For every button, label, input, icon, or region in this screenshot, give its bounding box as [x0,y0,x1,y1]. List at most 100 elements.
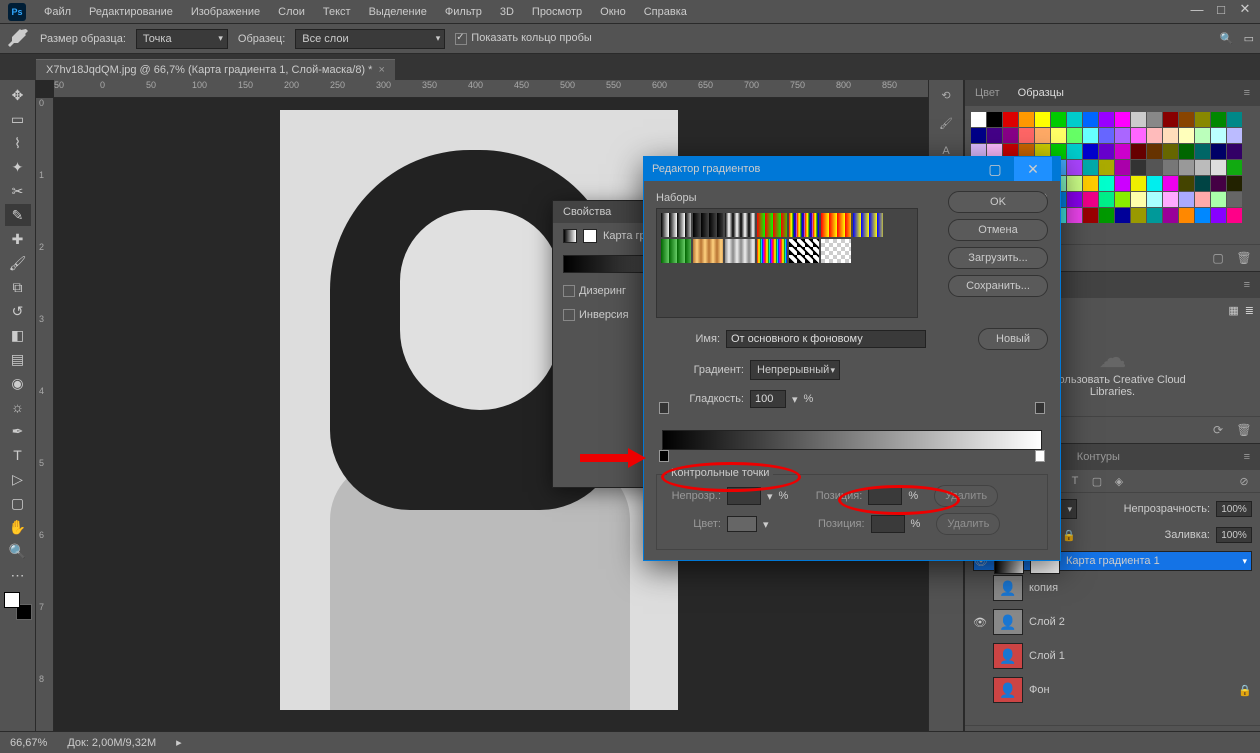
swatch[interactable] [1227,176,1242,191]
swatch[interactable] [1163,112,1178,127]
show-ring-checkbox[interactable]: Показать кольцо пробы [455,32,592,44]
swatch[interactable] [1003,128,1018,143]
visibility-icon[interactable]: 👁 [973,616,987,629]
swatch[interactable] [1099,176,1114,191]
dialog-titlebar[interactable]: Редактор градиентов ▢ ✕ [644,157,1060,181]
cancel-button[interactable]: Отмена [948,219,1048,241]
swatch[interactable] [1131,208,1146,223]
menu-view[interactable]: Просмотр [532,6,582,18]
swatch[interactable] [1131,144,1146,159]
move-tool[interactable]: ✥ [5,84,31,106]
menu-file[interactable]: Файл [44,6,71,18]
gradient-bar[interactable] [662,430,1042,450]
panel-menu-icon[interactable]: ≡ [1242,447,1252,467]
layer-1[interactable]: 👤 Слой 1 [973,639,1252,673]
gradient-preset[interactable] [725,239,755,263]
menu-layer[interactable]: Слои [278,6,305,18]
swatch[interactable] [1179,160,1194,175]
menu-filter[interactable]: Фильтр [445,6,482,18]
new-swatch-icon[interactable]: ▢ [1208,249,1228,267]
filter-smart-icon[interactable]: ◈ [1109,473,1129,489]
swatch[interactable] [1147,144,1162,159]
swatch[interactable] [1147,112,1162,127]
swatch[interactable] [1083,192,1098,207]
tab-close-icon[interactable]: × [378,64,384,76]
color-tab[interactable]: Цвет [973,83,1002,103]
swatch[interactable] [1211,176,1226,191]
swatch[interactable] [1131,112,1146,127]
swatch[interactable] [1163,144,1178,159]
swatch[interactable] [1179,112,1194,127]
swatch[interactable] [1099,160,1114,175]
maximize-icon[interactable]: □ [1212,2,1230,16]
invert-checkbox[interactable]: Инверсия [563,309,629,321]
workspace-icon[interactable]: ▭ [1244,32,1254,45]
gradient-preset[interactable] [725,213,755,237]
name-input[interactable] [726,330,926,348]
gradient-preset[interactable] [757,213,787,237]
swatch[interactable] [1147,160,1162,175]
swatch[interactable] [1083,128,1098,143]
fill-input[interactable] [1216,527,1252,543]
swatch[interactable] [1195,176,1210,191]
swatch[interactable] [1163,208,1178,223]
menu-window[interactable]: Окно [600,6,626,18]
swatch[interactable] [1115,176,1130,191]
edit-toolbar[interactable]: ⋯ [5,564,31,586]
filter-shape-icon[interactable]: ▢ [1087,473,1107,489]
swatch[interactable] [1131,128,1146,143]
swatch[interactable] [1179,192,1194,207]
swatch[interactable] [971,112,986,127]
swatch[interactable] [1051,128,1066,143]
swatch[interactable] [1179,128,1194,143]
swatch[interactable] [1099,112,1114,127]
swatch[interactable] [1115,208,1130,223]
sample-layers-select[interactable]: Все слои [295,29,445,49]
swatch[interactable] [1115,112,1130,127]
shape-tool[interactable]: ▢ [5,492,31,514]
load-button[interactable]: Загрузить... [948,247,1048,269]
menu-image[interactable]: Изображение [191,6,260,18]
gradient-preset[interactable] [853,213,883,237]
dialog-close-icon[interactable]: ✕ [1014,157,1052,181]
swatch[interactable] [1163,160,1178,175]
sample-size-select[interactable]: Точка [136,29,228,49]
gradient-preset[interactable] [693,239,723,263]
swatch[interactable] [1035,112,1050,127]
layer-2[interactable]: 👁 👤 Слой 2 [973,605,1252,639]
swatch[interactable] [1019,112,1034,127]
swatch[interactable] [1195,128,1210,143]
swatch[interactable] [1083,160,1098,175]
swatch[interactable] [1115,160,1130,175]
swatch[interactable] [1195,112,1210,127]
swatch[interactable] [1195,192,1210,207]
gradient-preset[interactable] [661,213,691,237]
swatch[interactable] [1211,112,1226,127]
new-button[interactable]: Новый [978,328,1048,350]
fgbg-swatch[interactable] [4,592,32,620]
close-icon[interactable]: ✕ [1236,2,1254,16]
gradient-preset[interactable] [821,239,851,263]
swatch[interactable] [1179,208,1194,223]
swatch[interactable] [1195,160,1210,175]
zoom-tool[interactable]: 🔍 [5,540,31,562]
menu-select[interactable]: Выделение [369,6,427,18]
opacity-stop-left[interactable] [659,402,669,414]
menu-type[interactable]: Текст [323,6,351,18]
crop-tool[interactable]: ✂ [5,180,31,202]
swatch[interactable] [1227,112,1242,127]
menu-3d[interactable]: 3D [500,6,514,18]
color-stop-right[interactable] [1035,450,1045,462]
swatch[interactable] [1099,144,1114,159]
swatch[interactable] [1147,128,1162,143]
swatch[interactable] [1115,192,1130,207]
swatch[interactable] [1067,112,1082,127]
swatch[interactable] [987,112,1002,127]
heal-tool[interactable]: ✚ [5,228,31,250]
gradient-type-select[interactable]: Непрерывный [750,360,840,380]
swatch[interactable] [1211,144,1226,159]
swatch[interactable] [1195,144,1210,159]
type-tool[interactable]: T [5,444,31,466]
eraser-tool[interactable]: ◧ [5,324,31,346]
hand-tool[interactable]: ✋ [5,516,31,538]
